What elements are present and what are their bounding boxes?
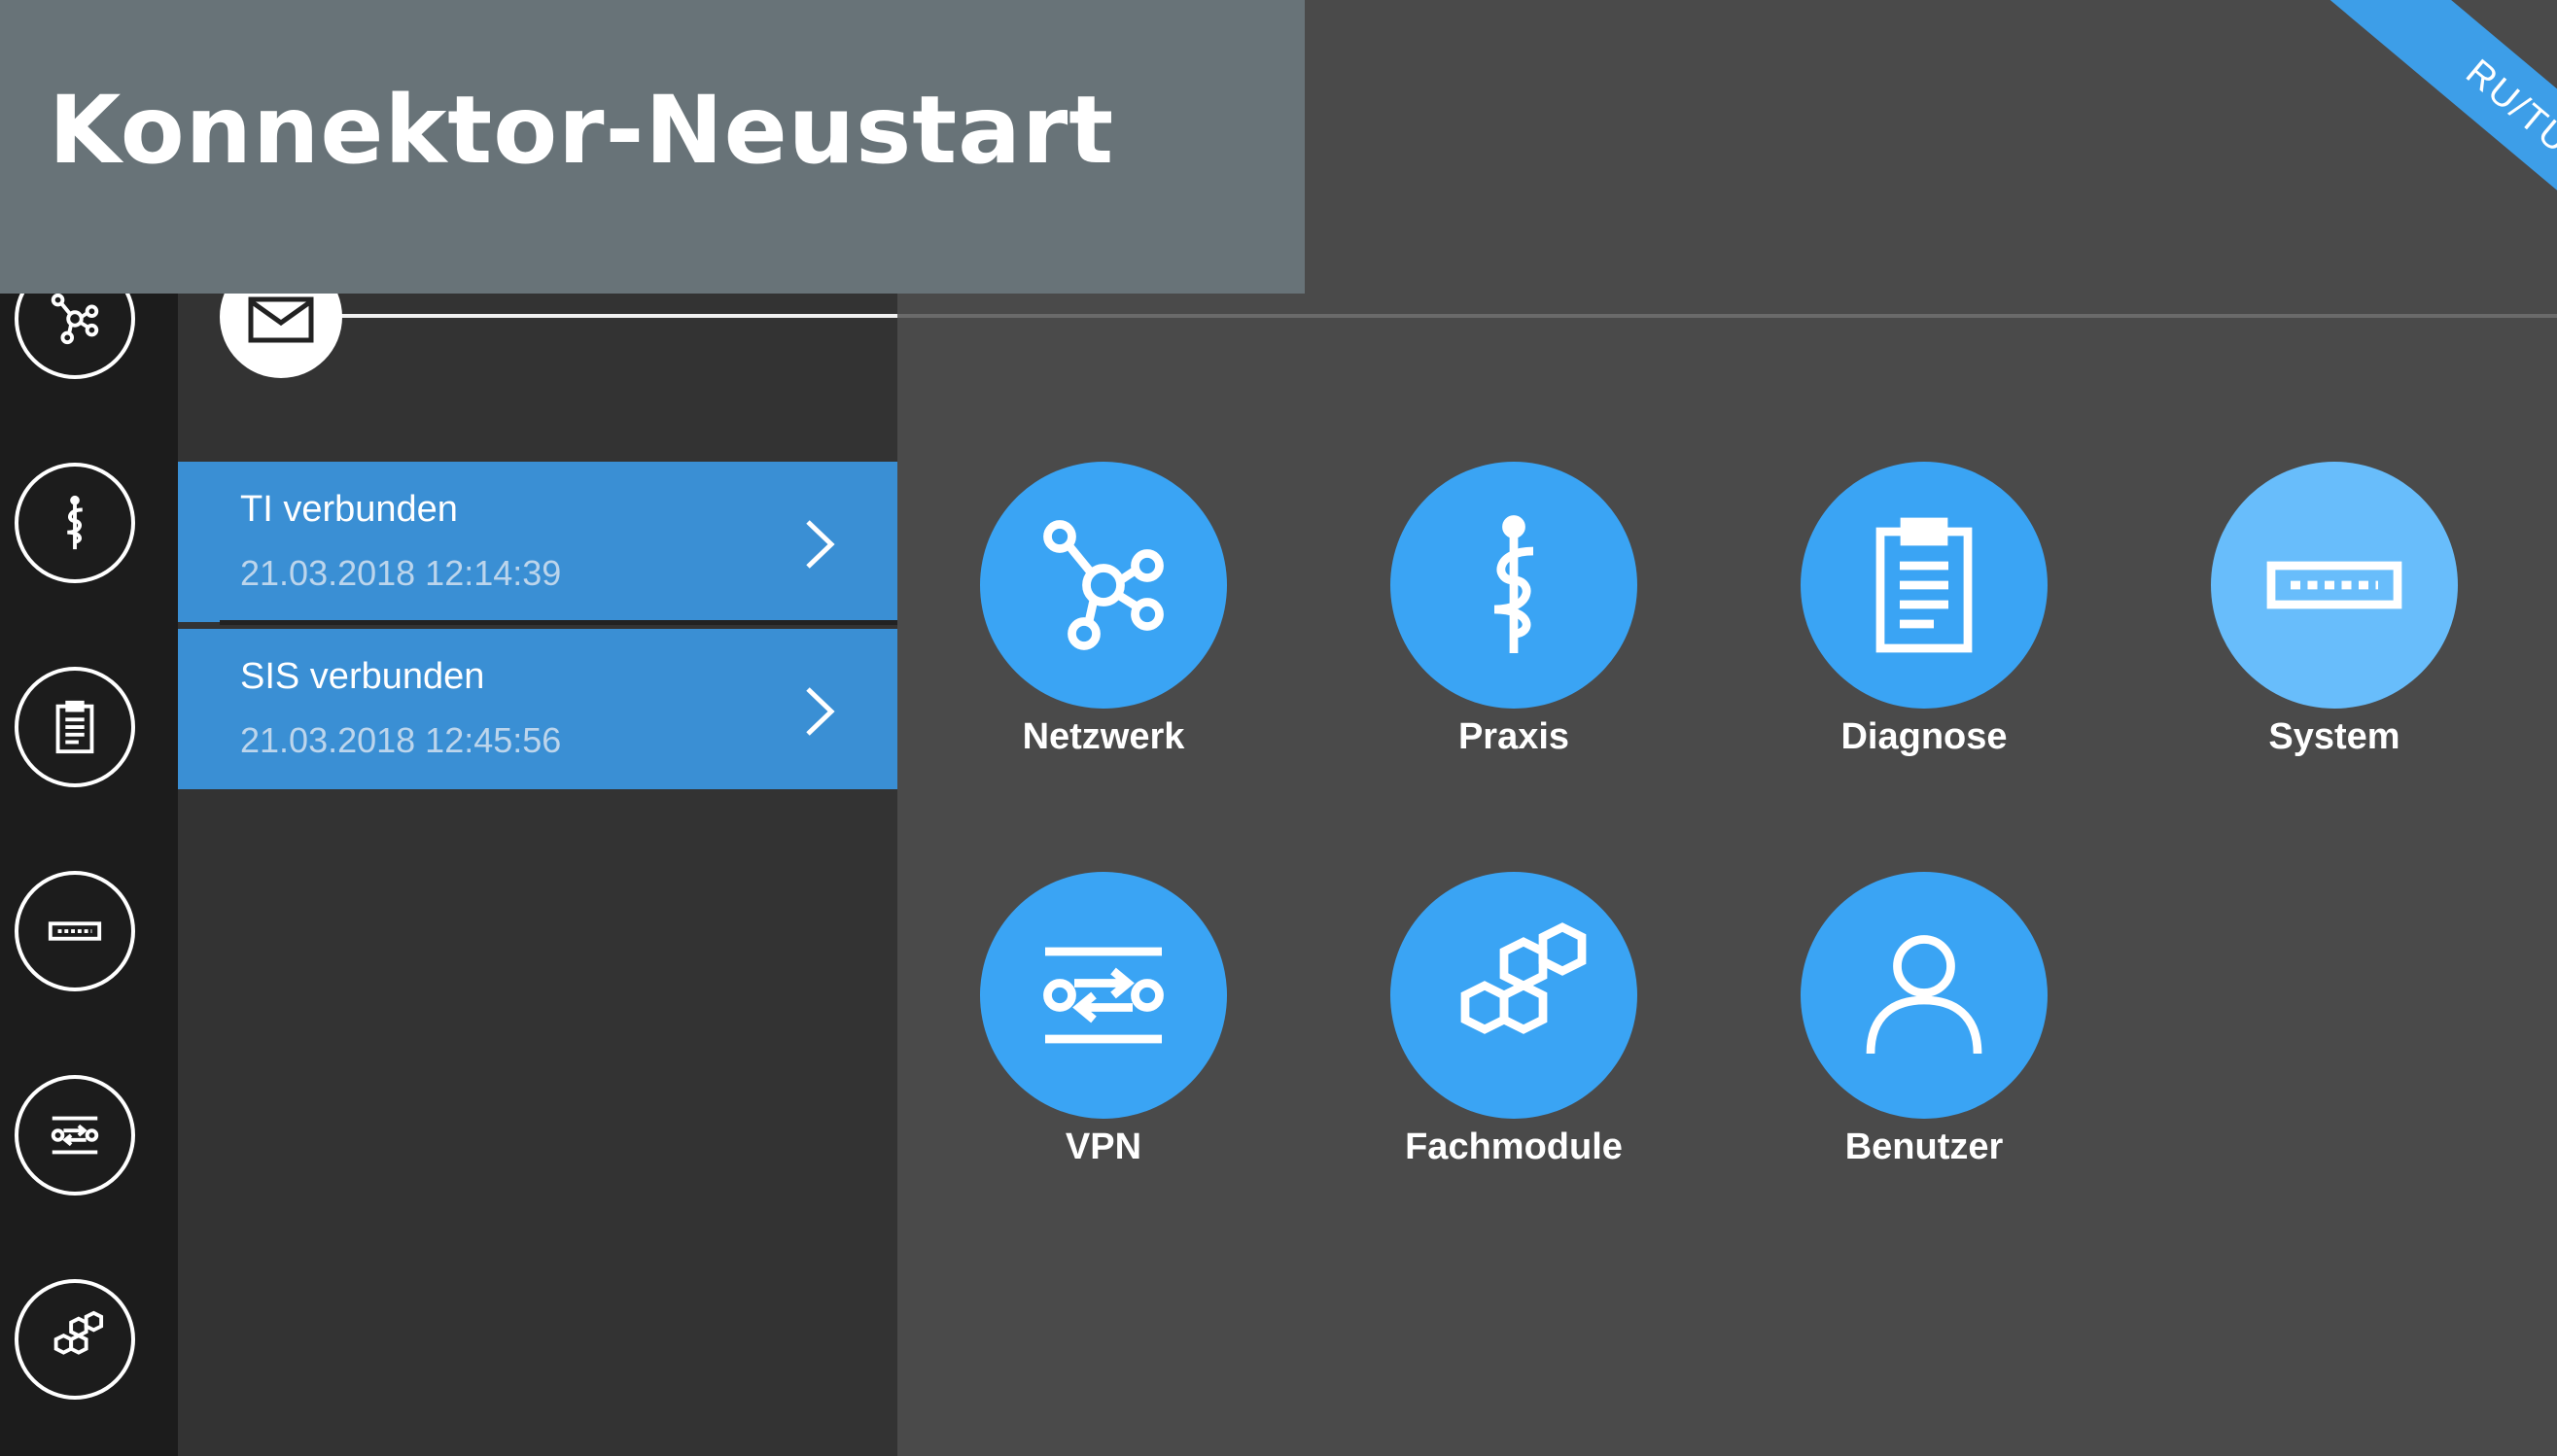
envelope-icon (248, 296, 314, 343)
page-title: Konnektor-Neustart (49, 76, 1115, 185)
tile-circle (1801, 872, 2048, 1119)
tab-indicator-active (340, 314, 897, 318)
user-icon (1866, 935, 1982, 1055)
sidebar-item-diagnose[interactable] (15, 667, 135, 787)
tile-circle (1390, 462, 1637, 709)
divider (220, 620, 897, 625)
corner-ribbon: RU/TU (2265, 0, 2557, 253)
tile-label: Fachmodule (1405, 1127, 1623, 1167)
status-title: TI verbunden (240, 489, 458, 530)
status-item-sis[interactable]: SIS verbunden 21.03.2018 12:45:56 (178, 629, 897, 789)
tile-label: Benutzer (1844, 1127, 2004, 1167)
vpn-icon (1043, 947, 1164, 1044)
caduceus-icon (67, 495, 83, 550)
tile-circle (1390, 872, 1637, 1119)
status-item-ti[interactable]: TI verbunden 21.03.2018 12:14:39 (178, 462, 897, 622)
status-title: SIS verbunden (240, 656, 485, 697)
tile-praxis[interactable]: Praxis (1342, 462, 1637, 792)
hexagons-icon (53, 1310, 104, 1355)
tile-fachmodule[interactable]: Fachmodule (1342, 872, 1637, 1202)
network-icon (1043, 520, 1164, 650)
tile-label: Diagnose (1840, 716, 2008, 757)
sidebar-item-system[interactable] (15, 871, 135, 991)
device-icon (2266, 561, 2402, 609)
tile-label: VPN (1065, 1127, 1142, 1167)
tile-label: System (2268, 716, 2400, 757)
caduceus-icon (1493, 515, 1534, 653)
status-date: 21.03.2018 12:45:56 (240, 720, 562, 760)
tile-label: Netzwerk (1022, 716, 1185, 757)
tile-circle (980, 872, 1227, 1119)
status-date: 21.03.2018 12:14:39 (240, 553, 562, 593)
device-icon (48, 921, 102, 941)
tile-vpn[interactable]: VPN (931, 872, 1227, 1202)
tile-label: Praxis (1457, 716, 1570, 757)
hexagons-icon (1460, 922, 1587, 1034)
sidebar-item-vpn[interactable] (15, 1075, 135, 1196)
tile-system[interactable]: System (2162, 462, 2458, 792)
clipboard-icon (55, 700, 94, 754)
tile-netzwerk[interactable]: Netzwerk (931, 462, 1227, 792)
clipboard-icon (1875, 517, 1973, 653)
corner-label: RU/TU (2329, 0, 2557, 253)
tile-circle (980, 462, 1227, 709)
chevron-right-icon (806, 520, 835, 569)
network-icon (51, 293, 99, 345)
sidebar-item-fachmodule[interactable] (15, 1279, 135, 1400)
tile-circle (2211, 462, 2458, 709)
tab-indicator (897, 314, 2557, 318)
chevron-right-icon (806, 687, 835, 736)
vpn-icon (51, 1116, 99, 1155)
sidebar-item-praxis[interactable] (15, 463, 135, 583)
tile-diagnose[interactable]: Diagnose (1752, 462, 2048, 792)
tile-benutzer[interactable]: Benutzer (1752, 872, 2048, 1202)
tile-circle (1801, 462, 2048, 709)
title-banner: Konnektor-Neustart (0, 0, 1305, 294)
